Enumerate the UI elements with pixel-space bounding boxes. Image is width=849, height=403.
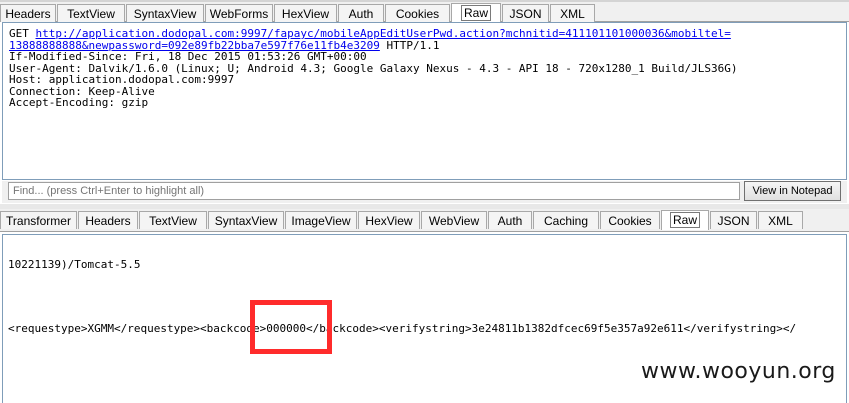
view-in-notepad-button[interactable]: View in Notepad xyxy=(744,181,841,201)
request-text: GET http://application.dodopal.com:9997/… xyxy=(3,23,846,109)
tab-raw-label: Raw xyxy=(669,212,700,228)
tab-textview[interactable]: TextView xyxy=(139,211,207,229)
watermark: www.wooyun.org xyxy=(641,359,836,384)
tab-xml[interactable]: XML xyxy=(550,4,595,22)
tab-raw-label: Raw xyxy=(460,5,491,21)
tab-json[interactable]: JSON xyxy=(502,4,549,22)
request-raw-pane[interactable]: GET http://application.dodopal.com:9997/… xyxy=(2,22,847,180)
header-accept-encoding: Accept-Encoding: gzip xyxy=(9,96,149,109)
tab-textview[interactable]: TextView xyxy=(57,4,125,22)
tab-xml[interactable]: XML xyxy=(758,211,803,229)
tab-auth[interactable]: Auth xyxy=(338,4,384,22)
tab-headers[interactable]: Headers xyxy=(78,211,138,229)
tab-json[interactable]: JSON xyxy=(710,211,757,229)
response-xml-line: <requestype>XGMM</requestype><backcode>0… xyxy=(8,322,797,335)
tab-raw[interactable]: Raw xyxy=(451,3,501,23)
response-server-line: 10221139)/Tomcat-5.5 xyxy=(8,258,141,271)
tab-headers[interactable]: Headers xyxy=(0,4,56,22)
tab-webforms[interactable]: WebForms xyxy=(205,4,273,22)
tab-imageview[interactable]: ImageView xyxy=(285,211,357,229)
highlight-box xyxy=(250,300,332,354)
tab-caching[interactable]: Caching xyxy=(533,211,599,229)
request-protocol: HTTP/1.1 xyxy=(379,38,440,52)
tab-hexview[interactable]: HexView xyxy=(274,4,337,22)
response-tab-bar: Transformer Headers TextView SyntaxView … xyxy=(0,209,849,232)
tab-cookies[interactable]: Cookies xyxy=(600,211,660,229)
tab-hexview[interactable]: HexView xyxy=(358,211,420,229)
request-tab-bar: Headers TextView SyntaxView WebForms Hex… xyxy=(0,0,849,23)
find-input[interactable] xyxy=(8,182,740,200)
tab-transformer[interactable]: Transformer xyxy=(0,211,77,229)
find-bar: View in Notepad xyxy=(2,181,847,203)
tab-syntaxview[interactable]: SyntaxView xyxy=(126,4,204,22)
tab-cookies[interactable]: Cookies xyxy=(385,4,450,22)
tab-webview[interactable]: WebView xyxy=(421,211,487,229)
tab-auth[interactable]: Auth xyxy=(488,211,532,229)
tab-raw[interactable]: Raw xyxy=(661,210,709,230)
tab-syntaxview[interactable]: SyntaxView xyxy=(208,211,284,229)
